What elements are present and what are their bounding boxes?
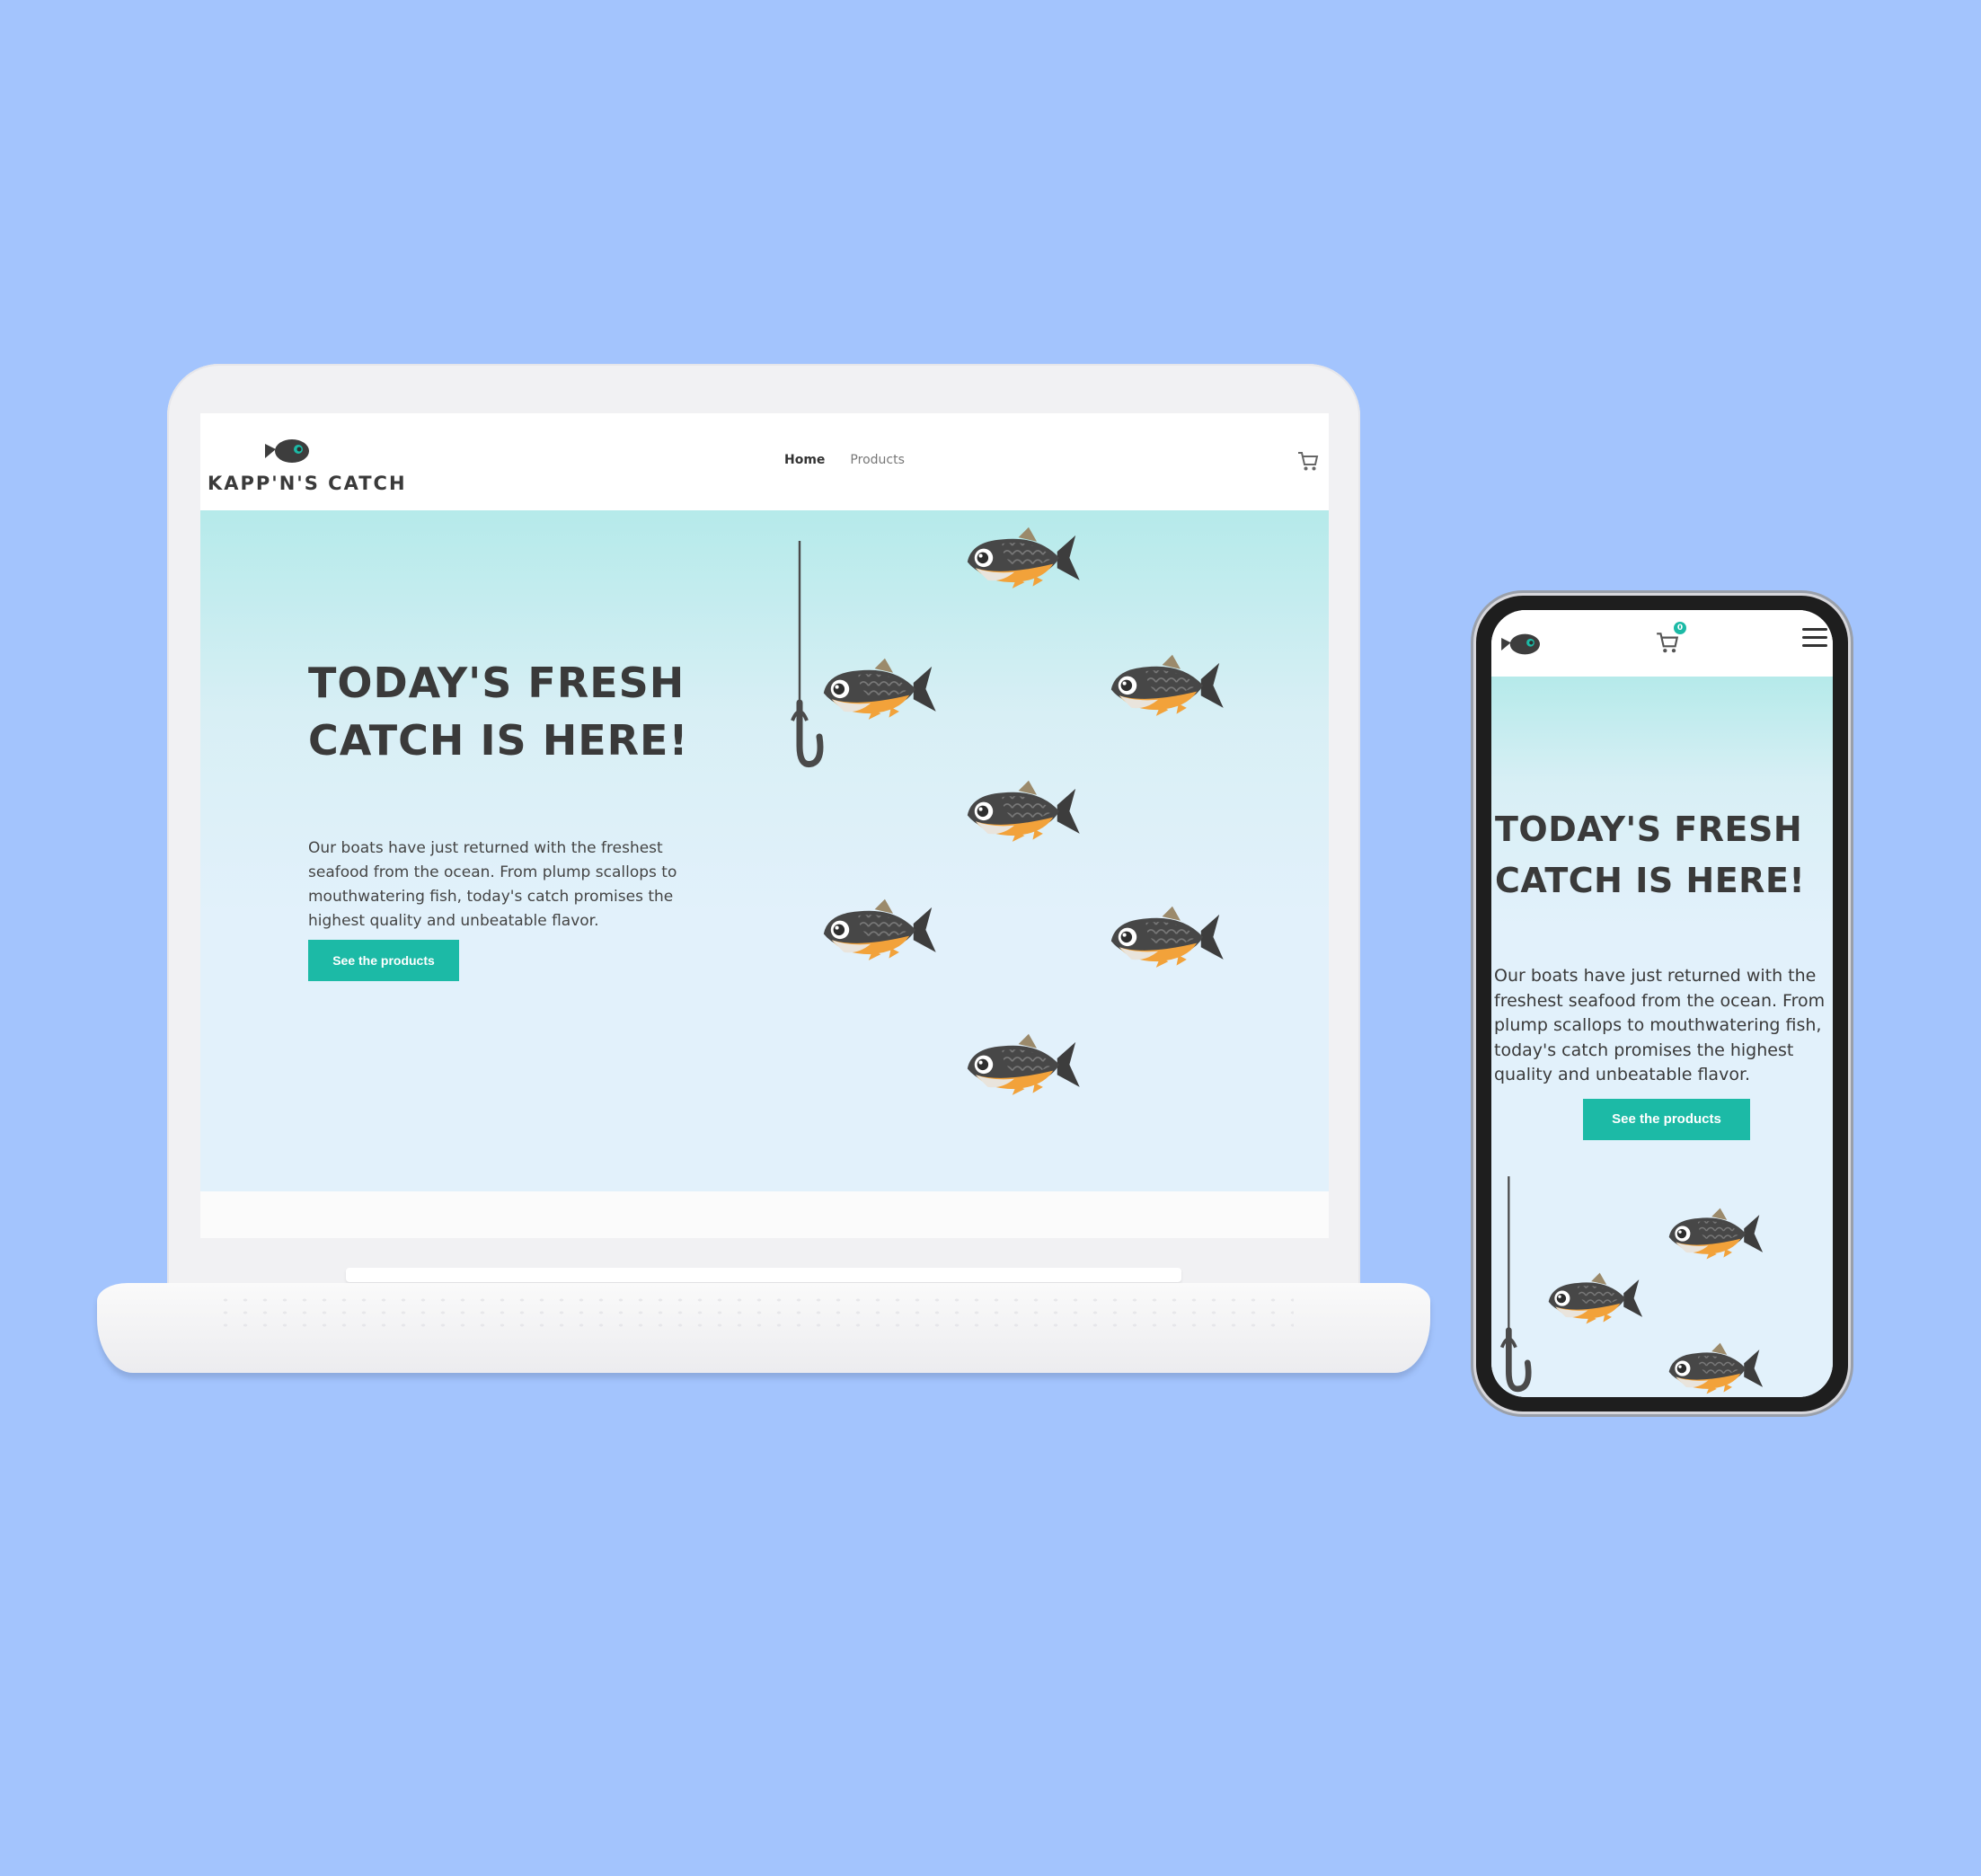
hero-description: Our boats have just returned with the fr… [308,839,677,930]
cart-count-badge: 0 [1674,622,1686,634]
mobile-header: 0 [1491,610,1833,677]
fish-logo-icon[interactable] [1500,632,1542,660]
mobile-screen: 0 TODAY'S FRESH CATCH IS HERE! Our boats… [1491,610,1833,1397]
hero-title: TODAY'S FRESH CATCH IS HERE! [1495,810,1806,900]
fish-logo-icon[interactable] [265,437,310,469]
desktop-hero: TODAY'S FRESH CATCH IS HERE! Our boats h… [200,510,1329,1191]
fish-icon [823,898,936,960]
fish-icon [1110,654,1224,716]
see-products-button[interactable]: See the products [308,940,459,981]
brand-name[interactable]: KAPP'N'S CATCH [208,473,407,494]
fishing-hook-icon [1497,1175,1533,1397]
hero-description: Our boats have just returned with the fr… [1494,966,1826,1084]
fish-icon [967,1033,1080,1095]
nav-home[interactable]: Home [784,453,825,467]
main-nav: Home Products [784,453,905,467]
laptop-keyboard [216,1294,1294,1330]
fish-icon [823,658,936,720]
hero-title: TODAY'S FRESH CATCH IS HERE! [308,659,689,765]
fish-icon [1548,1272,1643,1324]
fish-icon [1668,1208,1764,1260]
fish-icon [1668,1342,1764,1394]
see-products-button[interactable]: See the products [1583,1099,1750,1140]
fish-icon [967,527,1080,588]
hamburger-menu-icon[interactable] [1802,628,1827,650]
mobile-hero: TODAY'S FRESH CATCH IS HERE! Our boats h… [1491,677,1833,1397]
cart-icon[interactable] [1296,449,1320,476]
desktop-header: KAPP'N'S CATCH Home Products [200,413,1329,510]
phone-power-button [1850,827,1853,907]
laptop-hinge [346,1268,1181,1282]
desktop-page-bottom [200,1191,1329,1238]
nav-products[interactable]: Products [850,453,904,467]
fish-icon [967,780,1080,842]
cart-icon[interactable] [1655,630,1680,659]
fish-icon [1110,906,1224,968]
desktop-screen: KAPP'N'S CATCH Home Products TODAY'S FRE… [200,413,1329,1238]
